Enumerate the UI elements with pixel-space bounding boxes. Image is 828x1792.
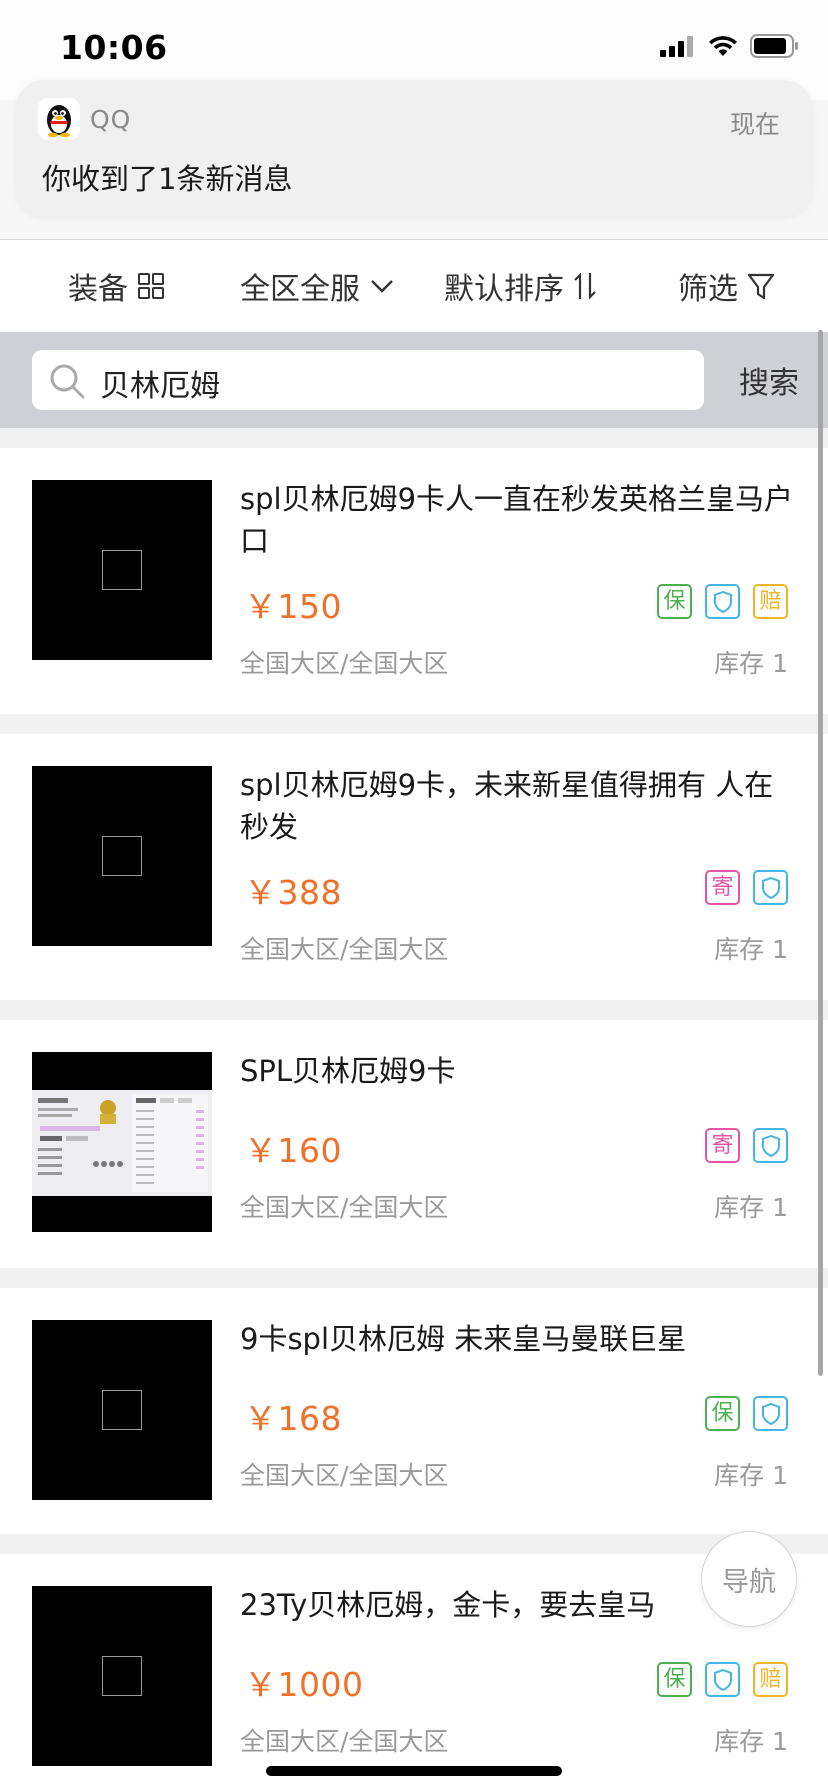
item-badges: 保 赔 bbox=[657, 584, 788, 619]
status-time: 10:06 bbox=[60, 28, 168, 67]
filter-sort-label: 默认排序 bbox=[444, 272, 564, 307]
guarantee-badge: 保 bbox=[657, 1662, 692, 1697]
item-stock: 库存 1 bbox=[714, 1461, 788, 1490]
battery-icon bbox=[750, 34, 798, 58]
item-title: spl贝林厄姆9卡，未来新星值得拥有 人在秒发 bbox=[240, 768, 774, 844]
item-price: ￥150 bbox=[244, 587, 342, 626]
filter-region[interactable]: 全区全服 bbox=[240, 240, 396, 332]
list-item[interactable]: SPL贝林厄姆9卡 ￥160 寄 全国大区/全国大区 库存 1 bbox=[0, 1020, 828, 1286]
guarantee-badge: 保 bbox=[705, 1396, 740, 1431]
compensation-badge: 赔 bbox=[753, 1662, 788, 1697]
filter-equipment-label: 装备 bbox=[68, 272, 128, 307]
shield-icon bbox=[753, 1396, 788, 1431]
notification-app-name: QQ bbox=[90, 105, 132, 134]
list-item[interactable]: 9卡spl贝林厄姆 未来皇马曼联巨星 ￥168 保 全国大区/全国大区 库存 1 bbox=[0, 1288, 828, 1554]
search-input[interactable]: 贝林厄姆 bbox=[32, 350, 704, 410]
notification-message: 你收到了1条新消息 bbox=[42, 162, 293, 196]
scrollbar[interactable] bbox=[818, 330, 823, 1376]
qq-penguin-icon bbox=[38, 98, 80, 140]
search-bar: 贝林厄姆 搜索 bbox=[0, 332, 828, 428]
compensation-badge: 赔 bbox=[753, 584, 788, 619]
consignment-badge: 寄 bbox=[705, 1128, 740, 1163]
filter-sort[interactable]: 默认排序 bbox=[444, 240, 598, 332]
filter-screen-label: 筛选 bbox=[678, 272, 738, 307]
list-separator bbox=[0, 428, 828, 448]
funnel-icon bbox=[747, 273, 775, 300]
product-image bbox=[32, 1586, 212, 1766]
item-title: spl贝林厄姆9卡人一直在秒发英格兰皇马户口 bbox=[240, 482, 794, 558]
filter-region-label: 全区全服 bbox=[240, 272, 360, 307]
status-icons bbox=[660, 34, 800, 58]
item-region: 全国大区/全国大区 bbox=[240, 1193, 449, 1222]
item-stock: 库存 1 bbox=[714, 1727, 788, 1756]
item-price: ￥168 bbox=[244, 1399, 342, 1438]
product-image bbox=[32, 1052, 212, 1232]
filter-bar: 装备 全区全服 默认排序 筛选 bbox=[0, 240, 828, 332]
chevron-down-icon bbox=[371, 280, 393, 293]
item-price: ￥160 bbox=[244, 1131, 342, 1170]
filter-equipment[interactable]: 装备 bbox=[68, 240, 166, 332]
item-stock: 库存 1 bbox=[714, 935, 788, 964]
shield-icon bbox=[705, 584, 740, 619]
item-title: 9卡spl贝林厄姆 未来皇马曼联巨星 bbox=[240, 1322, 687, 1356]
cellular-signal-icon bbox=[660, 36, 693, 57]
item-title: SPL贝林厄姆9卡 bbox=[240, 1054, 456, 1088]
list-item[interactable]: spl贝林厄姆9卡人一直在秒发英格兰皇马户口 ￥150 保 赔 全国大区/全国大… bbox=[0, 448, 828, 714]
item-badges: 寄 bbox=[705, 870, 788, 905]
list-separator bbox=[0, 1268, 828, 1288]
grid-icon bbox=[138, 273, 164, 299]
item-badges: 保 bbox=[705, 1396, 788, 1431]
product-image bbox=[32, 766, 212, 946]
shield-icon bbox=[753, 1128, 788, 1163]
notification-banner[interactable]: QQ 现在 你收到了1条新消息 bbox=[16, 80, 812, 216]
product-image bbox=[32, 1320, 212, 1500]
item-price: ￥388 bbox=[244, 873, 342, 912]
shield-icon bbox=[705, 1662, 740, 1697]
item-region: 全国大区/全国大区 bbox=[240, 1461, 449, 1490]
navigation-button[interactable]: 导航 bbox=[701, 1531, 797, 1627]
search-icon bbox=[50, 364, 85, 399]
shield-icon bbox=[753, 870, 788, 905]
consignment-badge: 寄 bbox=[705, 870, 740, 905]
list-item[interactable]: spl贝林厄姆9卡，未来新星值得拥有 人在秒发 ￥388 寄 全国大区/全国大区… bbox=[0, 734, 828, 1000]
list-separator bbox=[0, 1000, 828, 1020]
item-badges: 寄 bbox=[705, 1128, 788, 1163]
search-query: 贝林厄姆 bbox=[100, 369, 220, 404]
item-region: 全国大区/全国大区 bbox=[240, 1727, 449, 1756]
item-badges: 保 赔 bbox=[657, 1662, 788, 1697]
product-image bbox=[32, 480, 212, 660]
item-region: 全国大区/全国大区 bbox=[240, 649, 449, 678]
notification-time: 现在 bbox=[729, 110, 780, 139]
guarantee-badge: 保 bbox=[657, 584, 692, 619]
wifi-icon bbox=[709, 36, 737, 56]
home-indicator[interactable] bbox=[266, 1766, 562, 1776]
item-stock: 库存 1 bbox=[714, 649, 788, 678]
sort-icon bbox=[574, 272, 596, 300]
item-price: ￥1000 bbox=[244, 1665, 364, 1704]
filter-screen[interactable]: 筛选 bbox=[678, 240, 776, 332]
list-separator bbox=[0, 1534, 828, 1554]
list-separator bbox=[0, 714, 828, 734]
item-stock: 库存 1 bbox=[714, 1193, 788, 1222]
item-region: 全国大区/全国大区 bbox=[240, 935, 449, 964]
search-button[interactable]: 搜索 bbox=[724, 350, 814, 410]
